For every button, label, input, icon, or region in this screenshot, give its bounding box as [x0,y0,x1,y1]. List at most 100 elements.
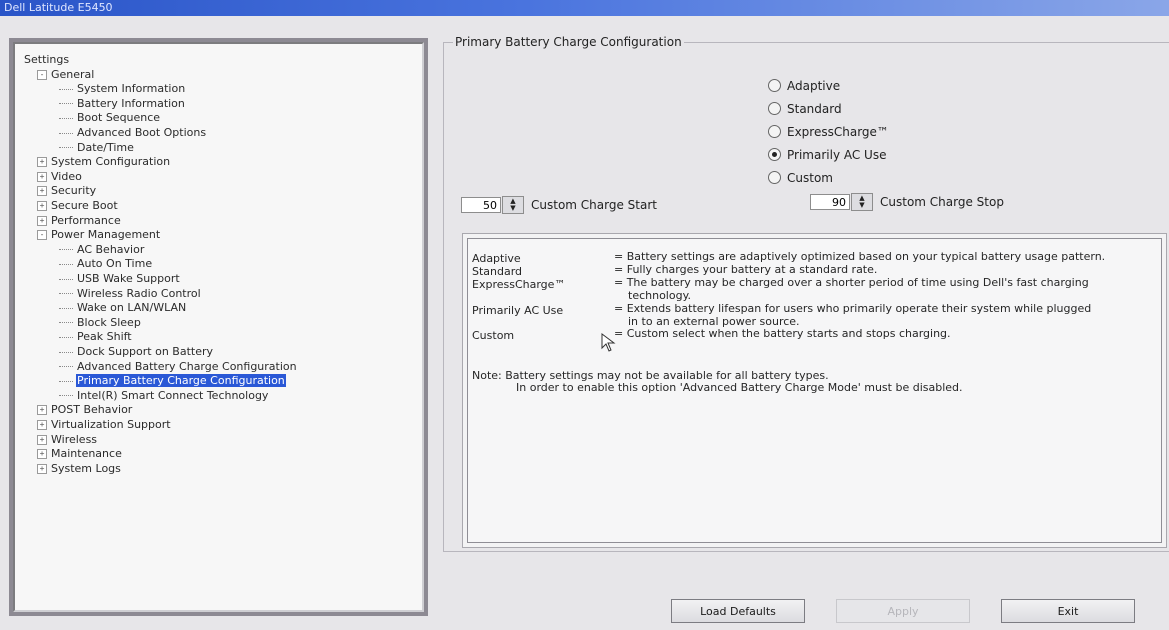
description-term: ExpressCharge™ [472,278,566,291]
tree-connector-line [59,366,73,368]
exit-button[interactable]: Exit [1001,599,1135,623]
tree-item[interactable]: Peak Shift [59,330,133,344]
tree-item-label: USB Wake Support [77,272,180,285]
radio-unchecked-icon[interactable] [768,79,781,92]
custom-charge-start-label: Custom Charge Start [531,198,657,212]
custom-charge-stop-spinner[interactable]: ▲ ▼ Custom Charge Stop [810,193,1004,211]
tree-item-label: System Configuration [51,155,171,169]
tree-connector-line [59,147,73,149]
custom-charge-stop-input[interactable] [810,194,850,210]
tree-item[interactable]: + Wireless [37,433,98,447]
tree-connector-line [59,336,73,338]
tree-item[interactable]: AC Behavior [59,243,145,257]
tree-item[interactable]: Settings [23,53,70,67]
tree-item[interactable]: + System Logs [37,462,122,476]
radio-option[interactable]: Adaptive [768,78,840,94]
tree-connector-line [59,132,73,134]
tree-item-label: Wireless [51,432,98,446]
description-term: Standard [472,265,523,278]
description-text-area: Note: Battery settings may not be availa… [467,238,1162,543]
custom-charge-stop-stepper[interactable]: ▲ ▼ [851,193,873,211]
arrow-down-icon[interactable]: ▼ [510,205,515,212]
expand-icon[interactable]: + [37,463,47,474]
tree-item-label: System Information [77,82,186,96]
tree-item[interactable]: Battery Information [59,97,186,111]
expand-icon[interactable]: + [37,434,47,445]
custom-charge-start-spinner[interactable]: ▲ ▼ Custom Charge Start [461,196,657,214]
tree-item[interactable]: Advanced Battery Charge Configuration [59,360,298,374]
tree-item-label: Battery Information [77,96,185,110]
tree-item[interactable]: + Secure Boot [37,199,119,213]
radio-option[interactable]: ExpressCharge™ [768,124,889,140]
radio-unchecked-icon[interactable] [768,171,781,184]
description-definition-continued: technology. [628,288,692,302]
tree-item[interactable]: + Security [37,184,97,198]
tree-item-label: Primary Battery Charge Configuration [76,374,286,388]
tree-connector-line [59,293,73,295]
expand-icon[interactable]: + [37,405,47,416]
tree-item-label: Block Sleep [77,315,141,329]
tree-connector-line [59,117,73,119]
expand-icon[interactable]: + [37,186,47,197]
expand-icon[interactable]: + [37,449,47,460]
tree-connector-line [59,88,73,90]
tree-item-label: Power Management [51,228,161,242]
tree-connector-line [59,263,73,265]
description-term: Adaptive [472,252,521,265]
tree-item[interactable]: Intel(R) Smart Connect Technology [59,389,269,403]
radio-label: Adaptive [787,79,841,93]
collapse-icon[interactable]: - [37,230,47,241]
tree-item[interactable]: System Information [59,82,186,96]
tree-item[interactable]: Date/Time [59,141,135,155]
collapse-icon[interactable]: - [37,69,47,80]
tree-connector-line [59,395,73,397]
expand-icon[interactable]: + [37,420,47,430]
radio-checked-icon[interactable] [768,148,781,161]
tree-item[interactable]: + Virtualization Support [37,418,172,432]
tree-item[interactable]: + Performance [37,214,122,228]
radio-option[interactable]: Custom [768,170,833,186]
arrow-down-icon[interactable]: ▼ [859,202,864,209]
tree-item[interactable]: + System Configuration [37,155,171,169]
radio-unchecked-icon[interactable] [768,102,781,115]
tree-item[interactable]: - Power Management [37,228,161,242]
tree-item-label: POST Behavior [51,403,133,417]
tree-item[interactable]: - General [37,68,95,82]
tree-item-label: Advanced Boot Options [77,126,207,139]
radio-unchecked-icon[interactable] [768,125,781,138]
radio-option[interactable]: Standard [768,101,842,117]
tree-item[interactable]: + Maintenance [37,447,123,461]
expand-icon[interactable]: + [37,171,47,182]
description-definition: = Extends battery lifespan for users who… [614,302,1092,315]
custom-charge-start-input[interactable] [461,197,501,213]
expand-icon[interactable]: + [37,201,47,211]
tree-item[interactable]: Dock Support on Battery [59,345,214,359]
tree-item-label: Virtualization Support [51,418,171,431]
tree-item[interactable]: Auto On Time [59,257,153,271]
tree-item[interactable]: Wake on LAN/WLAN [59,301,187,315]
apply-button[interactable]: Apply [836,599,970,623]
settings-tree[interactable]: Settings - General System Information Batter… [13,42,424,612]
tree-item[interactable]: + Video [37,170,83,184]
tree-item[interactable]: USB Wake Support [59,272,181,286]
tree-connector-line [59,249,73,251]
tree-item[interactable]: + POST Behavior [37,403,133,417]
tree-item[interactable]: Block Sleep [59,316,142,330]
tree-item-label: System Logs [51,461,121,475]
tree-connector-line [59,103,73,105]
custom-charge-start-stepper[interactable]: ▲ ▼ [502,196,524,214]
note-line-2: In order to enable this option 'Advanced… [516,381,963,394]
tree-connector-line [59,307,73,309]
tree-item[interactable]: Advanced Boot Options [59,126,207,140]
tree-item-label: Settings [24,53,70,66]
load-defaults-button[interactable]: Load Defaults [671,599,805,623]
tree-item[interactable]: Wireless Radio Control [59,287,202,301]
tree-item-label: Secure Boot [51,199,118,212]
tree-item-label: Boot Sequence [77,111,161,125]
description-definition: = Fully charges your battery at a standa… [614,263,878,276]
radio-option[interactable]: Primarily AC Use [768,147,886,163]
tree-item[interactable]: Boot Sequence [59,111,161,125]
expand-icon[interactable]: + [37,157,47,168]
tree-item[interactable]: Primary Battery Charge Configuration [59,374,286,388]
expand-icon[interactable]: + [37,215,47,226]
